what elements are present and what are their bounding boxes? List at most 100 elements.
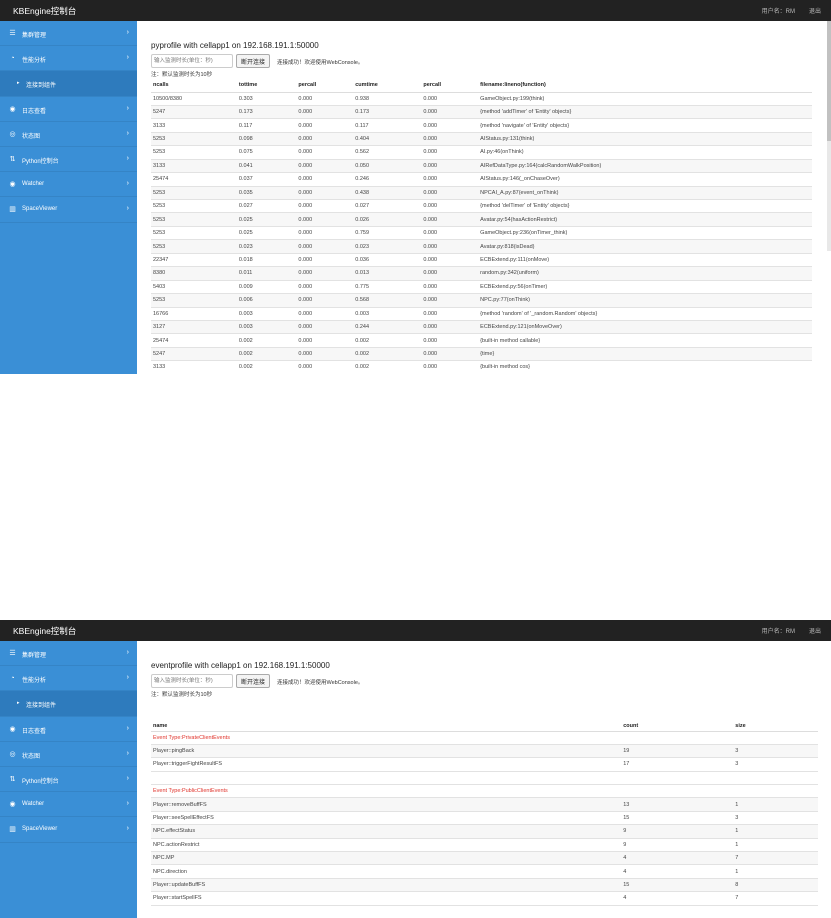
eye-icon: ◉ (9, 181, 16, 189)
table-cell: 4 (621, 851, 734, 866)
table-cell: 5403 (151, 280, 237, 295)
table-cell: NPC.actionRestrict (151, 838, 622, 853)
sidebar-item-label: Watcher (22, 181, 45, 188)
sidebar-item-4[interactable]: ⇅ Python控制台 › (0, 767, 137, 793)
table-cell: {time} (478, 347, 812, 362)
column-header[interactable]: percall (421, 79, 479, 93)
scrollbar-thumb[interactable] (827, 21, 831, 141)
disconnect-button[interactable]: 断开连接 (236, 674, 271, 688)
table-cell: 3133 (151, 118, 237, 133)
connection-status: 连接成功！欢迎使用WebConsole。 (277, 60, 364, 66)
column-header[interactable]: tottime (236, 79, 297, 93)
table-cell: 0.000 (421, 226, 479, 241)
table-cell: 0.023 (353, 239, 422, 254)
sidebar-item-0[interactable]: ☰ 集群管理 › (0, 21, 137, 47)
sidebar-subitem-connect[interactable]: ▸ 连接到组件 (0, 691, 137, 717)
column-header[interactable]: ncalls (151, 79, 237, 93)
table-cell: 3 (733, 811, 818, 826)
table-row: NPC.MP 4 7 (151, 851, 818, 866)
sidebar-item-label: 性能分析 (22, 678, 47, 685)
sidebar: ☰ 集群管理 › ◔ 性能分析 › ▸ 连接到组件 ◉ 日志查看 › ◎ 状态图 › ⇅ Python控制台 ›… (0, 641, 137, 918)
table-cell: 0.000 (421, 92, 479, 106)
chevron-right-icon: › (126, 205, 129, 213)
table-cell: 5253 (151, 212, 237, 227)
duration-input[interactable] (151, 674, 233, 688)
sidebar-item-3[interactable]: ◎ 状态图 › (0, 122, 137, 147)
table-cell: 0.098 (236, 132, 297, 147)
sidebar-subitem-label: 连接到组件 (26, 83, 57, 90)
table-cell: AIStatus.py:131(think) (478, 132, 812, 147)
sidebar-item-label: Python控制台 (22, 158, 59, 165)
pyprofile-table: ncalls tottime percall cumtime percall filena… (151, 79, 812, 374)
table-header-row: name count size (151, 721, 818, 732)
logout-link[interactable]: 退出 (809, 6, 821, 15)
table-row: 5253 0.025 0.000 0.026 0.000 Avatar.py:54(has… (151, 212, 812, 227)
sidebar-item-1[interactable]: ◔ 性能分析 › (0, 46, 137, 72)
table-cell: Avatar.py:818(isDead) (478, 239, 812, 254)
table-cell: 9 (621, 838, 734, 853)
table-row: 5253 0.023 0.000 0.023 0.000 Avatar.py:818(is… (151, 239, 812, 254)
user-name: 用户名：RM (761, 9, 795, 15)
table-row: Player::seeSpellEffectFS 15 3 (151, 811, 818, 826)
table-cell: 8 (733, 878, 818, 893)
sidebar-item-label: Watcher (22, 801, 45, 808)
table-cell: 0.000 (421, 186, 479, 201)
table-cell: GameObject.py:236(onTimer_think) (478, 226, 812, 241)
chevron-right-icon: › (126, 825, 129, 833)
terminal-icon: ⇅ (9, 155, 16, 163)
brand-logo[interactable]: KBEngine控制台 (13, 625, 76, 637)
event-type-label: Event Type:PrivateClientEvents (151, 731, 818, 745)
column-header[interactable]: filename:lineno(function) (478, 79, 812, 93)
table-cell: 1 (733, 864, 818, 879)
duration-input[interactable] (151, 54, 233, 68)
sidebar-item-6[interactable]: ▥ SpaceViewer › (0, 817, 137, 843)
table-cell: 4 (621, 891, 734, 906)
sidebar-item-2[interactable]: ◉ 日志查看 › (0, 717, 137, 742)
table-cell: 5253 (151, 293, 237, 308)
sidebar-item-label: 日志查看 (22, 728, 47, 735)
event-type-label: Event Type:PublicClientEvents (151, 784, 818, 799)
column-header[interactable]: size (733, 721, 818, 732)
sidebar-item-label: 集群管理 (22, 33, 47, 39)
table-cell: 0.003 (353, 307, 422, 321)
table-cell: 0.000 (421, 266, 479, 281)
sidebar-item-5[interactable]: ◉ Watcher › (0, 792, 137, 818)
chevron-right-icon: › (126, 800, 129, 808)
table-cell: AI.py:46(onThink) (478, 145, 812, 160)
screenshot-pyprofile: KBEngine控制台 用户名：RM 退出 ☰ 集群管理 › ◔ 性能分析 › ▸ 连接到组件… (0, 0, 831, 374)
table-cell: AIStatus.py:146(_onChaseOver) (478, 172, 812, 187)
table-cell: 5253 (151, 239, 237, 254)
sidebar-item-3[interactable]: ◎ 状态图 › (0, 742, 137, 767)
table-cell: 0.000 (296, 253, 354, 268)
column-header[interactable]: percall (296, 79, 354, 93)
logout-link[interactable]: 退出 (809, 626, 821, 635)
chevron-right-icon: › (126, 749, 129, 757)
table-cell: 13 (621, 797, 734, 812)
table-cell: 0.173 (236, 105, 297, 120)
event-type-row: Event Type:PublicClientEvents (151, 784, 818, 799)
table-cell: NPC.effectStatus (151, 824, 622, 839)
server-icon: ☰ (9, 30, 16, 37)
table-cell: 0.027 (353, 199, 422, 214)
disconnect-button[interactable]: 断开连接 (236, 54, 271, 68)
table-row: NPC.effectStatus 9 1 (151, 824, 818, 839)
table-cell: 5253 (151, 132, 237, 147)
column-header[interactable]: cumtime (353, 79, 422, 93)
column-header[interactable]: name (151, 721, 622, 732)
table-cell: 0.002 (236, 333, 297, 348)
sidebar-item-0[interactable]: ☰ 集群管理 › (0, 641, 137, 667)
table-row: Player::updateBuffFS 15 8 (151, 878, 818, 893)
sidebar-item-4[interactable]: ⇅ Python控制台 › (0, 147, 137, 173)
sidebar-item-6[interactable]: ▥ SpaceViewer › (0, 197, 137, 223)
column-header[interactable]: count (621, 721, 734, 732)
table-row: 10500/8380 0.303 0.000 0.938 0.000 GameObject… (151, 92, 812, 106)
table-cell: 10500/8380 (151, 92, 237, 106)
sidebar-item-2[interactable]: ◉ 日志查看 › (0, 97, 137, 122)
table-cell: 0.025 (236, 212, 297, 227)
table-cell: 0.002 (353, 333, 422, 348)
table-row: 5253 0.075 0.000 0.562 0.000 AI.py:46(onThink… (151, 145, 812, 160)
brand-logo[interactable]: KBEngine控制台 (13, 5, 76, 17)
sidebar-subitem-connect[interactable]: ▸ 连接到组件 (0, 71, 137, 97)
sidebar-item-1[interactable]: ◔ 性能分析 › (0, 666, 137, 692)
sidebar-item-5[interactable]: ◉ Watcher › (0, 172, 137, 198)
